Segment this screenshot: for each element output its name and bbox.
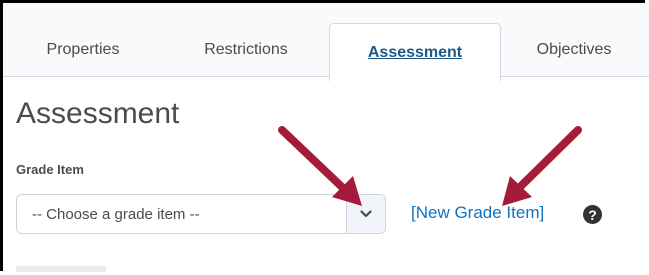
chevron-down-icon[interactable] (346, 195, 385, 233)
grade-item-selected-value: -- Choose a grade item -- (32, 205, 200, 223)
page-title: Assessment (16, 97, 180, 130)
tab-objectives[interactable]: Objectives (499, 21, 649, 78)
tab-properties[interactable]: Properties (3, 21, 163, 78)
cut-off-content (16, 266, 106, 272)
question-circle-icon[interactable]: ? (583, 205, 602, 224)
tab-restrictions[interactable]: Restrictions (163, 21, 329, 78)
new-grade-item-link[interactable]: [New Grade Item] (411, 203, 544, 223)
tab-bar: Properties Restrictions Assessment Objec… (3, 3, 649, 81)
grade-item-select[interactable]: -- Choose a grade item -- (16, 194, 386, 234)
tab-assessment[interactable]: Assessment (329, 23, 501, 81)
grade-item-label: Grade Item (16, 162, 84, 177)
